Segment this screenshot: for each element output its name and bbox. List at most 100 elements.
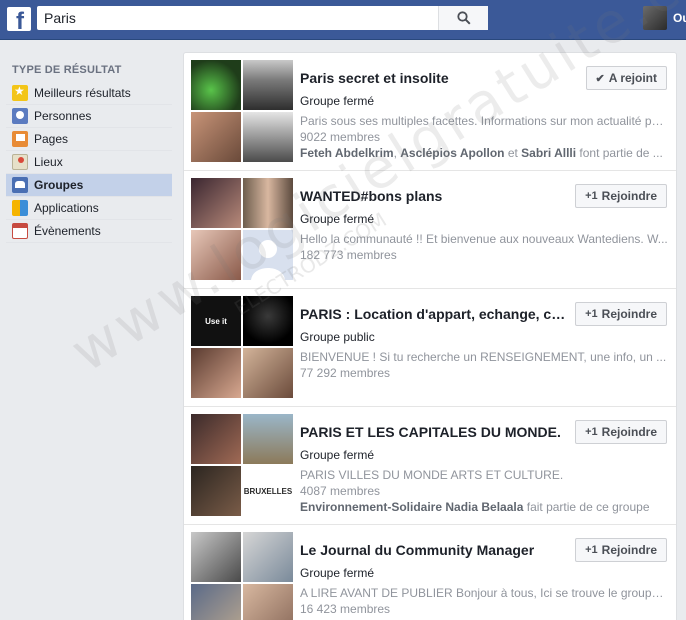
sidebar-item-events[interactable]: Évènements [6, 220, 172, 243]
group-member-count: 16 423 membres [300, 602, 391, 616]
group-privacy: Groupe fermé [300, 212, 375, 226]
default-avatar-icon [243, 230, 293, 280]
group-result-card: WANTED#bons plans Groupe fermé Hello la … [184, 171, 676, 289]
group-title-link[interactable]: Paris secret et insolite [300, 70, 572, 86]
plus-one-icon: +1 [585, 426, 598, 438]
sidebar-item-top-results[interactable]: Meilleurs résultats [6, 82, 172, 105]
sidebar-item-label: Applications [34, 201, 99, 215]
group-member-count: 182 773 membres [300, 248, 397, 262]
group-title-link[interactable]: PARIS ET LES CAPITALES DU MONDE. [300, 424, 572, 440]
top-navigation-bar: f Ou [0, 0, 686, 40]
friend-name-link[interactable]: Feteh Abdelkrim [300, 146, 394, 160]
search-icon [456, 11, 471, 25]
group-result-card: Le Journal du Community Manager Groupe f… [184, 525, 676, 620]
facebook-logo-icon[interactable]: f [7, 7, 31, 31]
group-result-card: Use it PARIS : Location d'appart, echang… [184, 289, 676, 407]
sidebar-item-pages[interactable]: Pages [6, 128, 172, 151]
profile-avatar[interactable] [643, 6, 667, 30]
join-button[interactable]: +1 Rejoindre [575, 302, 667, 326]
group-photo-grid[interactable] [191, 60, 293, 162]
group-friends-members: Feteh Abdelkrim, Asclépios Apollon et Sa… [300, 146, 663, 160]
group-photo [243, 296, 293, 346]
people-icon [12, 108, 28, 124]
apps-icon [12, 200, 28, 216]
group-icon [12, 177, 28, 193]
map-pin-icon [12, 154, 28, 170]
group-photo [191, 414, 241, 464]
plus-one-icon: +1 [585, 544, 598, 556]
sidebar-item-label: Pages [34, 132, 69, 146]
sidebar-item-label: Lieux [34, 155, 63, 169]
profile-name-link[interactable]: Ou [673, 11, 686, 25]
joined-button[interactable]: ✔ A rejoint [585, 66, 667, 90]
photo-caption: Use it [205, 316, 227, 326]
sidebar-item-label: Évènements [34, 224, 101, 238]
sidebar-item-places[interactable]: Lieux [6, 151, 172, 174]
search-button[interactable] [438, 6, 488, 30]
calendar-icon [12, 223, 28, 239]
sidebar-item-label: Meilleurs résultats [34, 86, 131, 100]
group-description: BIENVENUE ! Si tu recherche un RENSEIGNE… [300, 350, 667, 364]
group-description: A LIRE AVANT DE PUBLIER Bonjour à tous, … [300, 586, 668, 600]
group-photo [243, 414, 293, 464]
flag-icon [12, 131, 28, 147]
group-photo [243, 532, 293, 582]
photo-caption: BRUXELLES [243, 486, 293, 496]
sidebar-item-label: Groupes [34, 178, 84, 192]
group-photo [191, 178, 241, 228]
group-photo [243, 60, 293, 110]
group-title-link[interactable]: WANTED#bons plans [300, 188, 572, 204]
join-button[interactable]: +1 Rejoindre [575, 184, 667, 208]
check-icon: ✔ [595, 72, 605, 85]
group-photo [191, 230, 241, 280]
sidebar-item-groups[interactable]: Groupes [6, 174, 172, 197]
plus-one-icon: +1 [585, 308, 598, 320]
sidebar-item-label: Personnes [34, 109, 92, 123]
plus-one-icon: +1 [585, 190, 598, 202]
group-result-card: Paris secret et insolite Groupe fermé Pa… [184, 53, 676, 171]
friend-name-link[interactable]: Environnement-Solidaire Nadia Belaala [300, 500, 523, 514]
result-type-filter: TYPE DE RÉSULTAT Meilleurs résultats Per… [6, 64, 172, 243]
sidebar-item-applications[interactable]: Applications [6, 197, 172, 220]
group-member-count: 4087 membres [300, 484, 381, 498]
group-member-count: 77 292 membres [300, 366, 391, 380]
group-member-count: 9022 membres [300, 130, 381, 144]
group-photo [243, 178, 293, 228]
group-description: Paris sous ses multiples facettes. Infor… [300, 114, 668, 128]
group-photo [243, 584, 293, 620]
group-privacy: Groupe fermé [300, 566, 375, 580]
group-privacy: Groupe fermé [300, 448, 375, 462]
sidebar-title: TYPE DE RÉSULTAT [12, 64, 122, 76]
group-photo-grid[interactable] [191, 178, 293, 280]
group-photo [191, 466, 241, 516]
group-photo-grid[interactable]: BRUXELLES [191, 414, 293, 516]
group-result-card: BRUXELLES PARIS ET LES CAPITALES DU MOND… [184, 407, 676, 525]
group-photo [191, 584, 241, 620]
group-photo: BRUXELLES [243, 466, 293, 516]
group-privacy: Groupe fermé [300, 94, 375, 108]
group-privacy: Groupe public [300, 330, 375, 344]
group-photo [191, 60, 241, 110]
group-photo [243, 112, 293, 162]
sidebar-item-people[interactable]: Personnes [6, 105, 172, 128]
search-input[interactable] [37, 6, 437, 30]
group-photo [191, 348, 241, 398]
group-description: Hello la communauté !! Et bienvenue aux … [300, 232, 668, 246]
star-icon [12, 84, 28, 101]
friend-name-link[interactable]: Sabri Allli [521, 146, 576, 160]
group-title-link[interactable]: PARIS : Location d'appart, echange, col.… [300, 306, 572, 322]
search-box [37, 6, 488, 30]
friend-name-link[interactable]: Asclépios Apollon [400, 146, 504, 160]
group-friends-members: Environnement-Solidaire Nadia Belaala fa… [300, 500, 650, 514]
group-photo [191, 532, 241, 582]
group-photo-grid[interactable]: Use it [191, 296, 293, 398]
group-photo: Use it [191, 296, 241, 346]
join-button[interactable]: +1 Rejoindre [575, 538, 667, 562]
join-button[interactable]: +1 Rejoindre [575, 420, 667, 444]
group-photo [191, 112, 241, 162]
group-photo [243, 348, 293, 398]
group-photo-grid[interactable] [191, 532, 293, 620]
group-results-list: Paris secret et insolite Groupe fermé Pa… [183, 52, 677, 620]
group-description: PARIS VILLES DU MONDE ARTS ET CULTURE. [300, 468, 564, 482]
group-title-link[interactable]: Le Journal du Community Manager [300, 542, 572, 558]
